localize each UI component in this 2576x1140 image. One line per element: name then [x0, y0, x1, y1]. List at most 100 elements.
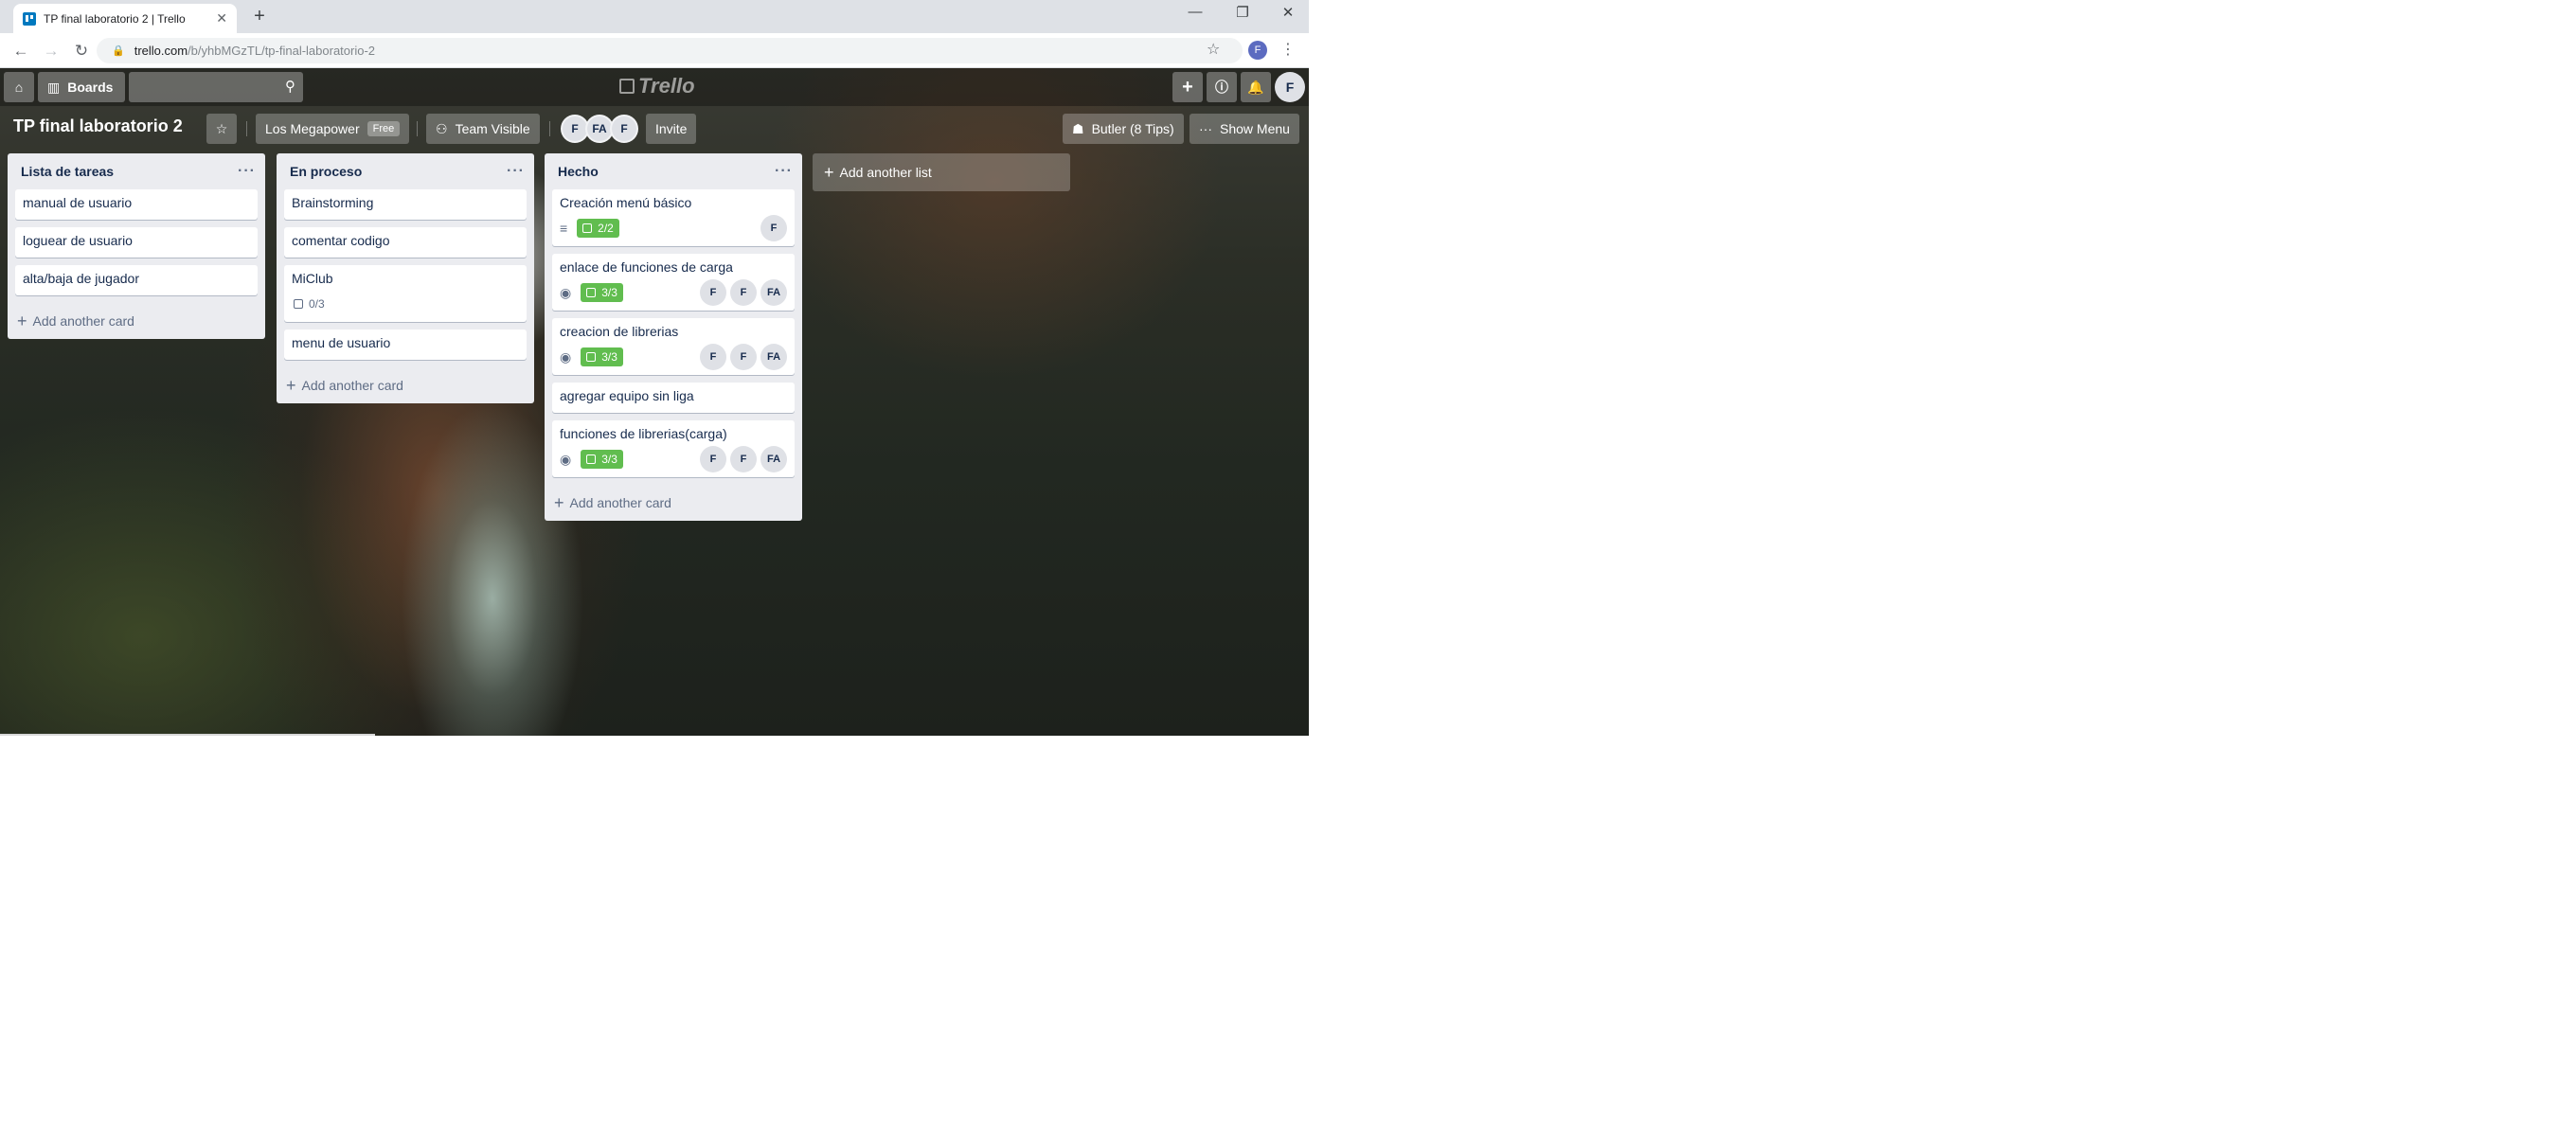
card-members: F F FA: [696, 344, 787, 370]
visibility-label: Team Visible: [455, 121, 530, 136]
card-title: agregar equipo sin liga: [560, 388, 694, 403]
star-board-icon[interactable]: ☆: [206, 114, 237, 144]
home-icon[interactable]: ⌂: [4, 72, 34, 102]
search-input[interactable]: ⚲: [129, 72, 303, 102]
horizontal-scrollbar[interactable]: [0, 734, 375, 736]
forward-arrow-icon[interactable]: →: [40, 40, 63, 62]
card-title: alta/baja de jugador: [23, 271, 139, 286]
checklist-badge: 0/3: [292, 294, 327, 313]
checklist-badge: 2/2: [577, 219, 619, 238]
card[interactable]: agregar equipo sin liga: [552, 383, 795, 413]
card[interactable]: MiClub 0/3: [284, 265, 527, 322]
trello-logo[interactable]: Trello: [619, 74, 695, 98]
card-member-avatar[interactable]: F: [700, 279, 726, 306]
checklist-icon: [586, 454, 597, 464]
card-member-avatar[interactable]: F: [700, 344, 726, 370]
card-title: Creación menú básico: [560, 195, 692, 210]
card-member-avatar[interactable]: FA: [760, 279, 787, 306]
minimize-button[interactable]: —: [1184, 4, 1207, 20]
bookmark-star-icon[interactable]: ☆: [1207, 40, 1220, 59]
add-list-button[interactable]: + Add another list: [813, 153, 1070, 191]
create-plus-icon[interactable]: +: [1172, 72, 1203, 102]
list-hecho: Hecho ··· Creación menú básico ≡ 2/2 F e…: [545, 153, 802, 521]
member-avatar[interactable]: F: [610, 115, 638, 143]
add-card-button[interactable]: + Add another card: [545, 485, 802, 521]
card[interactable]: alta/baja de jugador: [15, 265, 258, 295]
reload-icon[interactable]: ↻: [70, 40, 93, 62]
card-members: F: [757, 215, 787, 241]
card-badges: ≡ 2/2 F: [560, 215, 787, 241]
list-title[interactable]: Hecho: [558, 164, 775, 179]
invite-button[interactable]: Invite: [646, 114, 697, 144]
trello-header: ⌂ ▥ Boards ⚲ Trello + ⓘ 🔔 F: [0, 68, 1309, 106]
tab-title: TP final laboratorio 2 | Trello: [44, 11, 186, 26]
card-title: creacion de librerias: [560, 324, 679, 339]
checklist-icon: [582, 223, 593, 233]
list-header: En proceso ···: [277, 153, 534, 189]
trello-favicon-icon: [23, 11, 36, 26]
card-title: comentar codigo: [292, 233, 390, 248]
visibility-button[interactable]: ⚇ Team Visible: [426, 114, 540, 144]
list-menu-icon[interactable]: ···: [775, 163, 793, 180]
checklist-icon: [294, 299, 303, 309]
board-title[interactable]: TP final laboratorio 2: [13, 116, 183, 136]
card[interactable]: Brainstorming: [284, 189, 527, 220]
watch-eye-icon: ◉: [560, 451, 572, 467]
browser-tab[interactable]: TP final laboratorio 2 | Trello ✕: [13, 4, 237, 33]
card-member-avatar[interactable]: FA: [760, 344, 787, 370]
url-path: /b/yhbMGzTL/tp-final-laboratorio-2: [188, 44, 376, 58]
card-member-avatar[interactable]: F: [700, 446, 726, 472]
add-card-button[interactable]: + Add another card: [8, 303, 265, 339]
card[interactable]: loguear de usuario: [15, 227, 258, 258]
browser-menu-icon[interactable]: ⋮: [1280, 40, 1296, 59]
close-tab-icon[interactable]: ✕: [216, 10, 227, 27]
card-member-avatar[interactable]: F: [730, 279, 757, 306]
card[interactable]: comentar codigo: [284, 227, 527, 258]
boards-label: Boards: [67, 80, 114, 95]
card-member-avatar[interactable]: F: [760, 215, 787, 241]
new-tab-button[interactable]: +: [248, 6, 271, 27]
card[interactable]: manual de usuario: [15, 189, 258, 220]
card[interactable]: funciones de librerias(carga) ◉ 3/3 F F …: [552, 420, 795, 477]
list-title[interactable]: Lista de tareas: [21, 164, 238, 179]
show-menu-button[interactable]: ··· Show Menu: [1190, 114, 1299, 144]
card[interactable]: enlace de funciones de carga ◉ 3/3 F F F…: [552, 254, 795, 311]
watch-eye-icon: ◉: [560, 348, 572, 365]
card-badges: ◉ 3/3 F F FA: [560, 344, 787, 370]
address-bar[interactable]: 🔒 trello.com/b/yhbMGzTL/tp-final-laborat…: [97, 38, 1243, 63]
info-icon[interactable]: ⓘ: [1207, 72, 1237, 102]
card-member-avatar[interactable]: FA: [760, 446, 787, 472]
checklist-icon: [586, 288, 597, 297]
close-window-button[interactable]: ✕: [1277, 4, 1299, 21]
plus-icon: +: [17, 311, 27, 330]
browser-profile-avatar[interactable]: F: [1248, 41, 1267, 60]
card-members: F F FA: [696, 279, 787, 306]
card[interactable]: creacion de librerias ◉ 3/3 F F FA: [552, 318, 795, 375]
add-card-button[interactable]: + Add another card: [277, 367, 534, 403]
team-visible-icon: ⚇: [436, 120, 448, 136]
card-member-avatar[interactable]: F: [730, 344, 757, 370]
plus-icon: +: [286, 375, 296, 395]
card-title: manual de usuario: [23, 195, 133, 210]
back-arrow-icon[interactable]: ←: [9, 40, 32, 62]
card[interactable]: menu de usuario: [284, 330, 527, 360]
list-en-proceso: En proceso ··· Brainstorming comentar co…: [277, 153, 534, 403]
list-menu-icon[interactable]: ···: [507, 163, 525, 180]
team-button[interactable]: Los Megapower Free: [256, 114, 410, 144]
boards-icon: ▥: [47, 79, 61, 95]
restore-button[interactable]: ❐: [1231, 4, 1254, 21]
list-title[interactable]: En proceso: [290, 164, 507, 179]
list-menu-icon[interactable]: ···: [238, 163, 256, 180]
checklist-badge: 3/3: [581, 283, 623, 302]
user-avatar[interactable]: F: [1275, 72, 1305, 102]
checklist-badge: 3/3: [581, 450, 623, 469]
notifications-bell-icon[interactable]: 🔔: [1241, 72, 1271, 102]
card-title: enlace de funciones de carga: [560, 259, 733, 275]
butler-button[interactable]: ☗ Butler (8 Tips): [1063, 114, 1184, 144]
card-members: F F FA: [696, 446, 787, 472]
boards-button[interactable]: ▥ Boards: [38, 72, 125, 102]
card[interactable]: Creación menú básico ≡ 2/2 F: [552, 189, 795, 246]
card-title: Brainstorming: [292, 195, 374, 210]
card-member-avatar[interactable]: F: [730, 446, 757, 472]
show-menu-label: Show Menu: [1220, 121, 1290, 136]
